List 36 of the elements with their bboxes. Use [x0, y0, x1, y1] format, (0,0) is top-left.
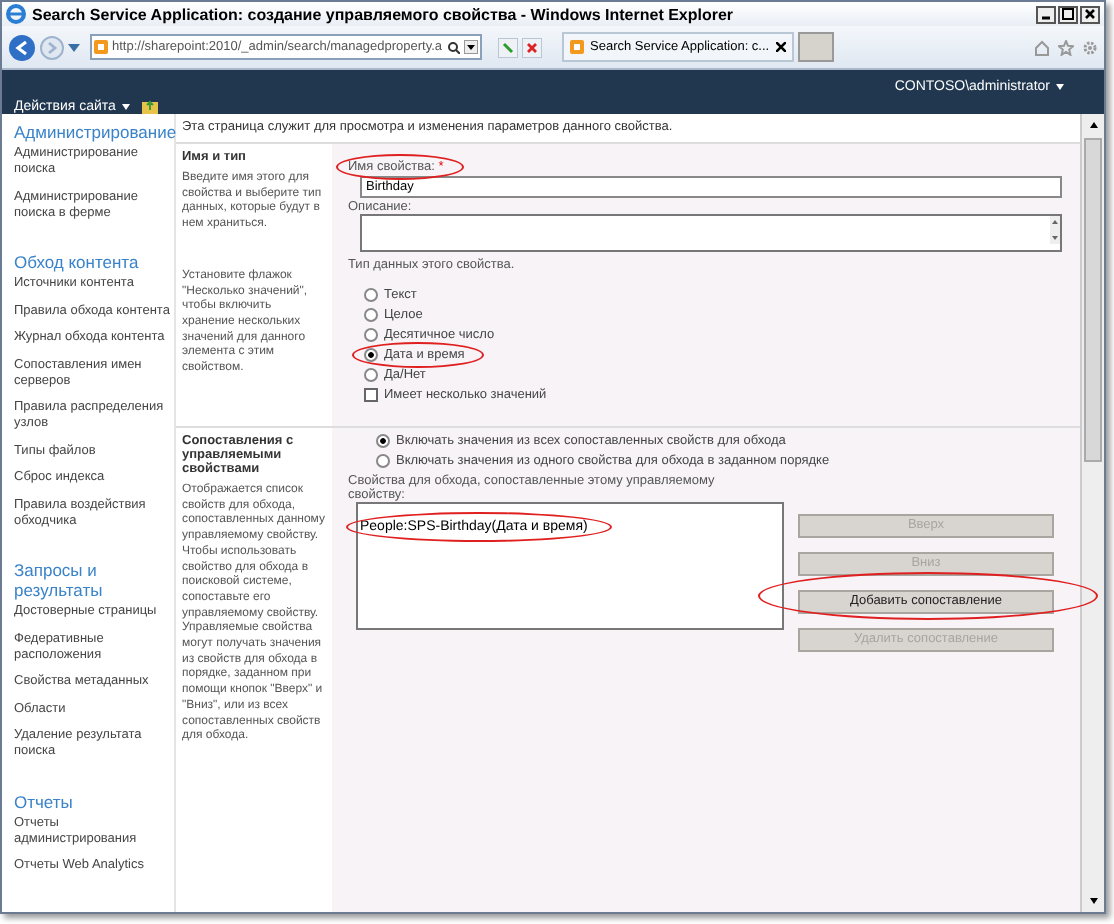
minimize-button[interactable] [1036, 5, 1056, 23]
dropdown-caret-icon[interactable] [464, 40, 478, 54]
sidebar-heading[interactable]: Администрирование [14, 122, 174, 142]
settings-icon[interactable] [1082, 39, 1098, 55]
scroll-thumb[interactable] [1084, 138, 1102, 462]
back-icon[interactable] [8, 33, 36, 61]
radio-button[interactable] [364, 368, 378, 382]
sidebar-heading[interactable]: Запросы и результаты [14, 560, 174, 600]
search-icon[interactable] [448, 41, 460, 53]
star-icon[interactable] [1058, 39, 1074, 55]
stop-icon[interactable] [522, 37, 542, 57]
folder-up-icon[interactable] [141, 99, 158, 113]
close-icon[interactable] [776, 42, 786, 52]
radio-button[interactable] [364, 308, 378, 322]
window-title: Search Service Application: создание управляемого свойства - Windows Internet Explorer [32, 5, 734, 23]
close-icon [1082, 6, 1098, 22]
sidebar-heading[interactable]: Отчеты [14, 791, 174, 811]
radio-button[interactable] [364, 288, 378, 302]
caret-icon[interactable] [121, 103, 130, 109]
radio-button[interactable] [364, 328, 378, 342]
sidebar-heading[interactable]: Обход контента [14, 252, 174, 272]
maximize-button[interactable] [1058, 5, 1078, 23]
close-button[interactable] [1080, 5, 1100, 23]
home-icon[interactable] [1034, 39, 1050, 55]
browser-logo-icon[interactable] [6, 4, 26, 24]
scrollbar[interactable] [1080, 114, 1104, 912]
scroll-up-icon[interactable] [1085, 118, 1101, 132]
radio-button[interactable] [376, 454, 390, 468]
maximize-icon [1060, 6, 1076, 22]
checkbox[interactable] [364, 388, 378, 402]
scroll-arrows-icon[interactable] [1050, 216, 1060, 244]
description-field[interactable] [360, 214, 1062, 252]
scroll-down-icon[interactable] [1085, 894, 1101, 908]
radio-button[interactable] [364, 348, 378, 362]
caret-icon[interactable] [1056, 84, 1064, 90]
radio-button[interactable] [376, 434, 390, 448]
